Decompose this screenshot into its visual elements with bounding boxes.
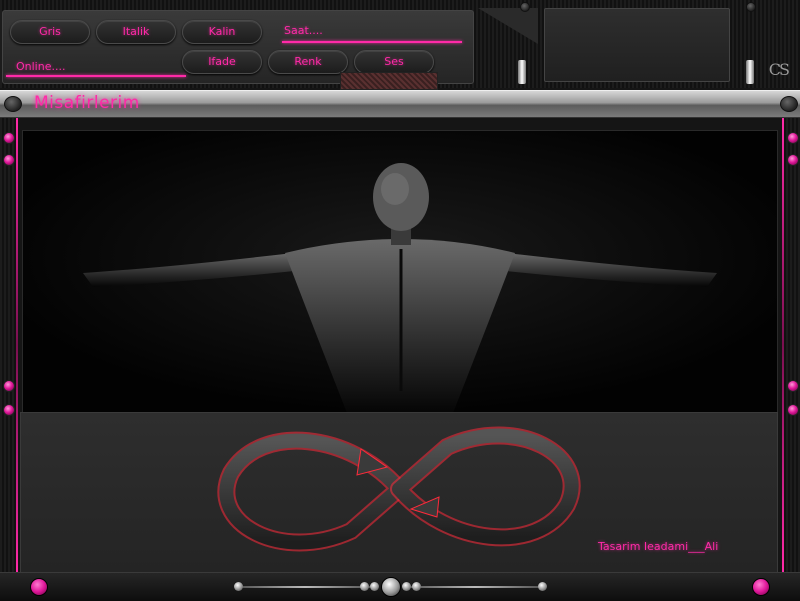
slider-track-left <box>240 586 370 588</box>
screw-icon <box>787 404 799 416</box>
ses-button[interactable]: Ses <box>354 50 434 74</box>
top-bar: Gris Italik Kalin Saat.... Online.... If… <box>0 0 800 90</box>
screw-icon <box>3 380 15 392</box>
right-side-rail <box>782 118 800 572</box>
indicator-dot-left <box>520 2 530 12</box>
man-back-arms-outstretched-image <box>23 131 777 413</box>
bottom-bar <box>0 572 800 601</box>
pink-dot-icon[interactable] <box>752 578 770 596</box>
indicator-dot-right <box>746 2 756 12</box>
chrome-post-right <box>746 60 754 84</box>
window-title: Misafirlerim <box>34 93 140 113</box>
pink-dot-icon[interactable] <box>30 578 48 596</box>
title-right-knob[interactable] <box>780 96 798 112</box>
speaker-grate <box>340 72 438 90</box>
renk-button[interactable]: Renk <box>268 50 348 74</box>
clock-underline <box>282 41 462 43</box>
clock-text: Saat.... <box>284 24 323 37</box>
italik-button[interactable]: Italik <box>96 20 176 44</box>
title-left-knob[interactable] <box>4 96 22 112</box>
screw-icon <box>3 154 15 166</box>
header-photo <box>22 130 778 414</box>
screw-icon <box>787 380 799 392</box>
slider-dot <box>234 582 243 591</box>
designer-credit: Tasarim Ieadami___Ali <box>598 540 719 553</box>
screw-icon <box>3 132 15 144</box>
slider-dot <box>538 582 547 591</box>
slider-dot <box>402 582 411 591</box>
bevel-left <box>478 8 538 44</box>
screw-icon <box>787 132 799 144</box>
ifade-button[interactable]: Ifade <box>182 50 262 74</box>
slider-dot <box>370 582 379 591</box>
online-status-text: Online.... <box>16 60 66 73</box>
kalin-button[interactable]: Kalin <box>182 20 262 44</box>
gris-button[interactable]: Gris <box>10 20 90 44</box>
display-box <box>544 8 730 82</box>
center-knob[interactable] <box>381 577 401 597</box>
left-side-rail <box>0 118 18 572</box>
online-underline <box>6 75 186 77</box>
slider-track-right <box>410 586 540 588</box>
screw-icon <box>787 154 799 166</box>
screw-icon <box>3 404 15 416</box>
brand-logo: CS <box>768 60 790 79</box>
slider-dot <box>412 582 421 591</box>
slider-dot <box>360 582 369 591</box>
chrome-post-left <box>518 60 526 84</box>
title-bar: Misafirlerim <box>0 90 800 118</box>
